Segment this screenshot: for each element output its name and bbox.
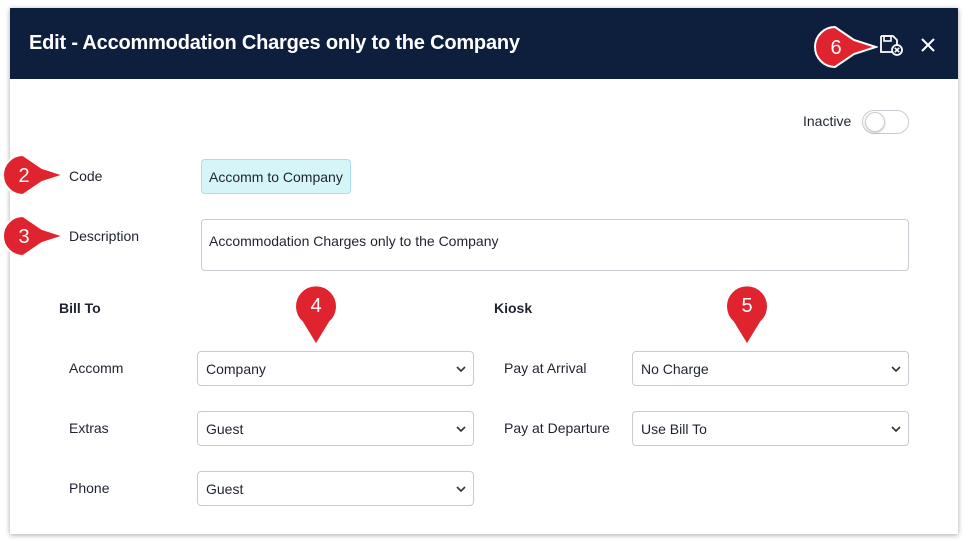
pay-at-departure-value: Use Bill To [641, 421, 707, 437]
chevron-down-icon [456, 486, 466, 493]
code-label: Code [69, 168, 103, 184]
phone-label: Phone [69, 480, 110, 496]
accomm-select-value: Company [206, 361, 266, 377]
callout-6: 6 [814, 25, 878, 69]
pay-at-departure-select[interactable]: Use Bill To [632, 411, 909, 446]
extras-select-value: Guest [206, 421, 244, 437]
description-field[interactable]: Accommodation Charges only to the Compan… [201, 219, 909, 271]
edit-dialog: Edit - Accommodation Charges only to the… [10, 8, 958, 534]
chevron-down-icon [456, 426, 466, 433]
pay-at-arrival-label: Pay at Arrival [504, 360, 587, 376]
callout-5: 5 [725, 284, 769, 347]
save-cancel-icon[interactable] [878, 33, 904, 57]
chevron-down-icon [891, 366, 901, 373]
phone-select[interactable]: Guest [197, 471, 474, 506]
kiosk-heading: Kiosk [494, 300, 533, 316]
toggle-knob [865, 112, 885, 132]
screenshot-frame: Edit - Accommodation Charges only to the… [0, 0, 968, 541]
callout-4-number: 4 [310, 295, 321, 317]
extras-select[interactable]: Guest [197, 411, 474, 446]
chevron-down-icon [456, 366, 466, 373]
callout-5-number: 5 [741, 295, 752, 317]
chevron-down-icon [891, 426, 901, 433]
phone-select-value: Guest [206, 481, 244, 497]
callout-4: 4 [294, 284, 338, 347]
close-icon[interactable] [918, 35, 938, 55]
pay-at-arrival-select[interactable]: No Charge [632, 351, 909, 386]
accomm-select[interactable]: Company [197, 351, 474, 386]
extras-label: Extras [69, 420, 109, 436]
description-label: Description [69, 228, 140, 244]
dialog-title: Edit - Accommodation Charges only to the… [29, 32, 520, 54]
accomm-label: Accomm [69, 360, 124, 376]
pay-at-departure-label: Pay at Departure [504, 420, 610, 436]
callout-3-number: 3 [18, 226, 29, 248]
callout-3: 3 [2, 214, 66, 258]
inactive-toggle[interactable] [862, 110, 909, 134]
pay-at-arrival-value: No Charge [641, 361, 709, 377]
bill-to-heading: Bill To [59, 300, 101, 316]
inactive-label: Inactive [803, 113, 852, 129]
callout-2: 2 [2, 153, 66, 197]
callout-2-number: 2 [18, 165, 29, 187]
code-field[interactable]: Accomm to Company [201, 159, 351, 194]
callout-6-number: 6 [830, 37, 841, 59]
